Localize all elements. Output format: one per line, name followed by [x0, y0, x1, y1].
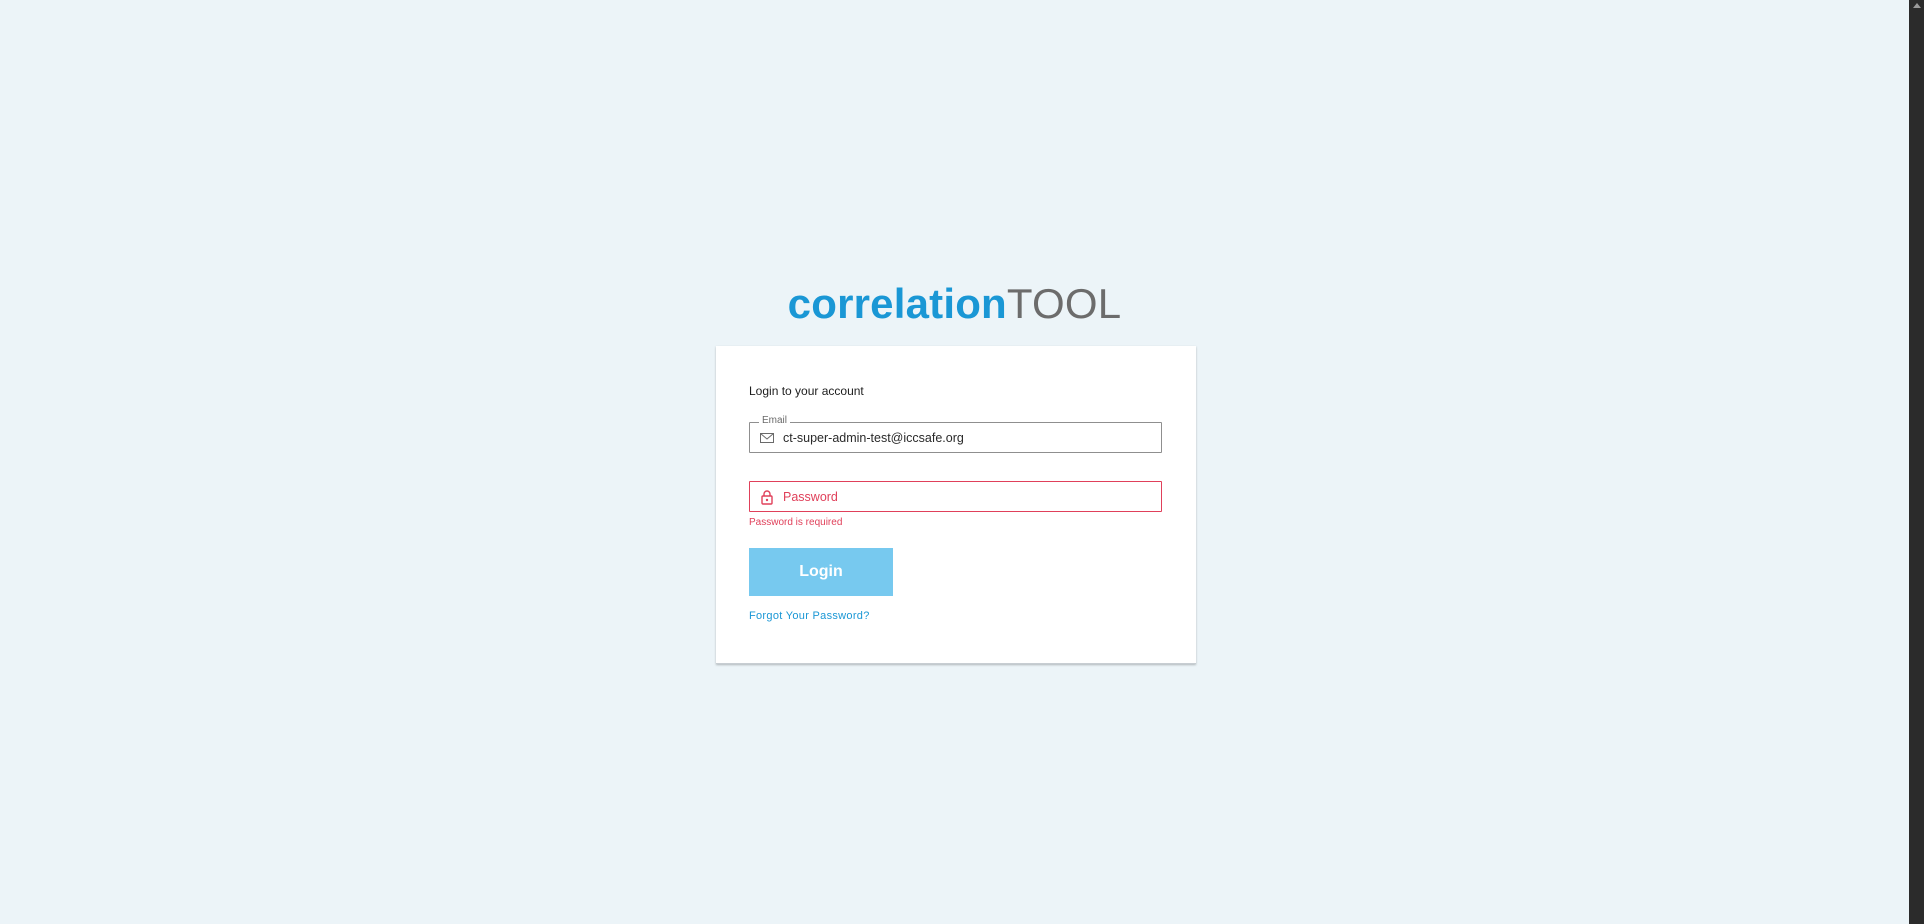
email-input[interactable]: [783, 423, 1153, 452]
password-error: Password is required: [749, 517, 843, 528]
lock-icon: [759, 489, 775, 505]
app-logo: correlationTOOL: [0, 276, 1909, 332]
envelope-icon: [759, 430, 775, 446]
scroll-up-arrow-icon[interactable]: [1913, 3, 1921, 8]
forgot-password-link[interactable]: Forgot Your Password?: [749, 610, 870, 622]
login-page: correlationTOOL Login to your account Em…: [0, 0, 1924, 924]
vertical-scrollbar[interactable]: [1909, 0, 1924, 924]
login-button[interactable]: Login: [749, 548, 893, 596]
login-card: Login to your account Email Passwo: [716, 346, 1196, 664]
password-input[interactable]: [783, 482, 1153, 511]
logo-text-main: correlation: [787, 280, 1007, 327]
logo-text-sub: TOOL: [1006, 280, 1122, 327]
password-field[interactable]: [749, 481, 1162, 512]
login-title: Login to your account: [749, 384, 864, 398]
email-field[interactable]: Email: [749, 415, 1162, 453]
